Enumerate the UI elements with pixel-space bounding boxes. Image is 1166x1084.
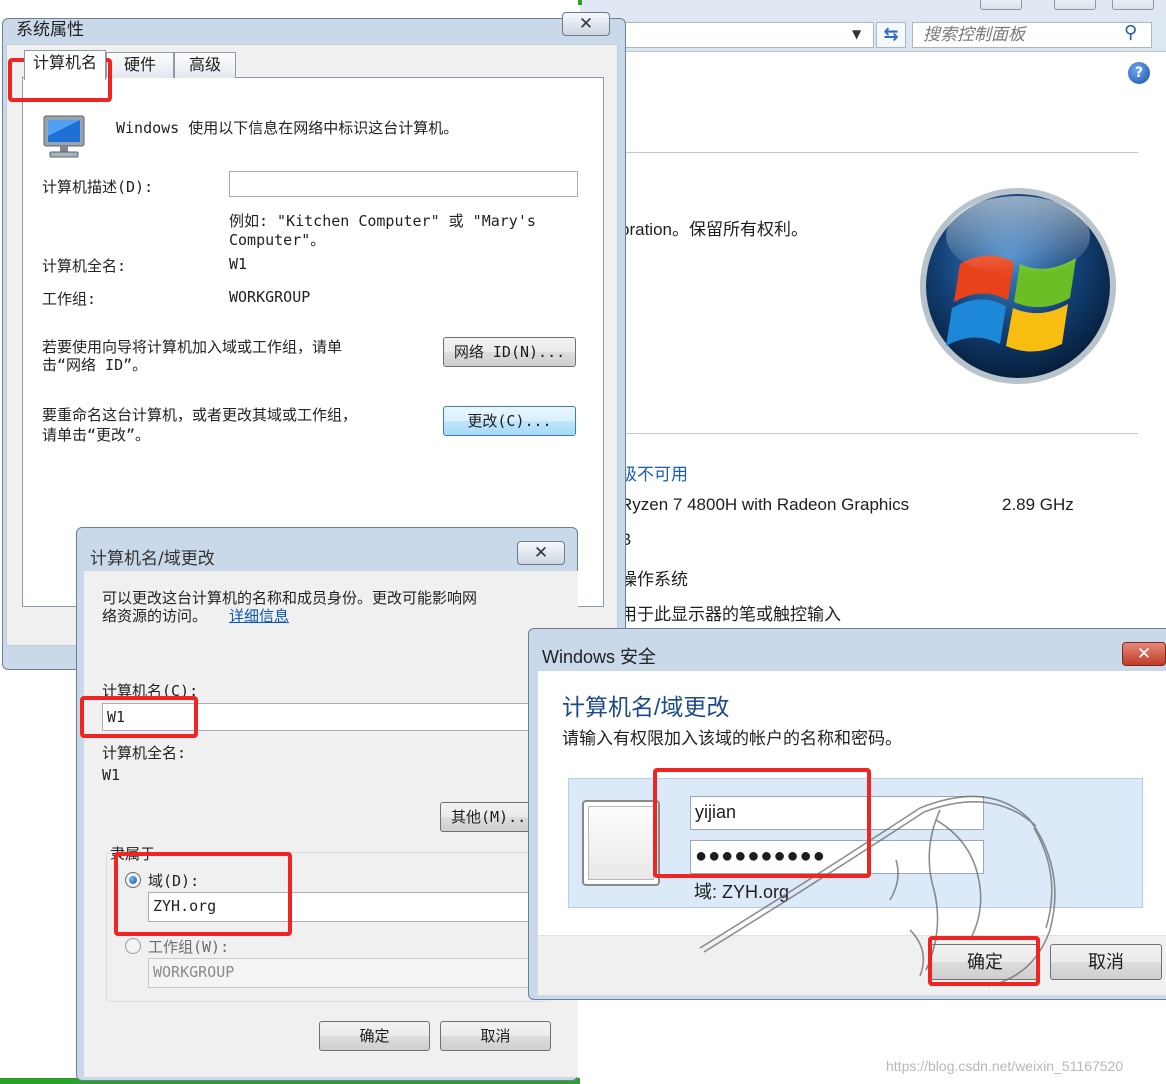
highlight-box	[80, 696, 198, 738]
highlight-box	[114, 852, 292, 936]
help-icon[interactable]: ?	[1128, 62, 1150, 84]
full-name-label: 计算机全名:	[102, 744, 187, 762]
accent-mark	[578, 0, 582, 5]
dialog-title: Windows 安全	[542, 647, 657, 667]
close-button[interactable]: ✕	[562, 12, 610, 36]
domain-text: 域: ZYH.org	[694, 882, 790, 902]
workgroup-input[interactable]: WORKGROUP	[148, 958, 542, 988]
highlight-box	[653, 768, 871, 878]
section-divider	[624, 152, 1138, 153]
cancel-button[interactable]: 取消	[1050, 944, 1162, 980]
copyright-text: oration。保留所有权利。	[620, 220, 808, 239]
search-input[interactable]: 搜索控制面板	[912, 22, 1152, 48]
pen-touch-value: 用于此显示器的笔或触控输入	[620, 605, 841, 624]
full-name-label: 计算机全名:	[42, 257, 127, 275]
address-input[interactable]	[588, 22, 874, 48]
description-input[interactable]	[229, 171, 578, 197]
example-text: Computer"。	[229, 231, 326, 249]
processor-value: Ryzen 7 4800H with Radeon Graphics	[620, 495, 910, 514]
description-label: 计算机描述(D):	[42, 178, 154, 196]
highlight-box	[928, 936, 1040, 986]
workgroup-label: 工作组:	[42, 290, 97, 308]
more-button[interactable]: 其他(M)...	[440, 802, 538, 832]
close-button[interactable]: ✕	[517, 541, 565, 565]
example-text: 例如: "Kitchen Computer" 或 "Mary's	[229, 212, 536, 230]
more-info-link[interactable]: 详细信息	[229, 605, 289, 626]
instruction-text: 请输入有权限加入该域的帐户的名称和密码。	[562, 729, 902, 748]
tab-advanced[interactable]: 高级	[174, 52, 236, 78]
dialog-title: 系统属性	[16, 20, 84, 40]
control-panel-titlebar	[580, 0, 1166, 18]
network-id-button[interactable]: 网络 ID(N)...	[443, 337, 576, 367]
full-name-value: W1	[229, 255, 248, 273]
intro-text: Windows 使用以下信息在网络中标识这台计算机。	[116, 119, 459, 137]
tab-hardware[interactable]: 硬件	[106, 52, 174, 78]
rename-text: 请单击“更改”。	[42, 426, 151, 444]
tab-computer-name[interactable]: 计算机名	[24, 50, 106, 80]
rating-link[interactable]: 级不可用	[620, 460, 688, 485]
maximize-button[interactable]	[1054, 0, 1096, 10]
refresh-icon[interactable]: ⇆	[876, 22, 906, 48]
dialog-title: 计算机名/域更改	[90, 549, 215, 569]
watermark-text: https://blog.csdn.net/weixin_51167520	[886, 1058, 1124, 1074]
chevron-down-icon[interactable]: ▼	[852, 27, 861, 41]
windows-logo-icon	[920, 188, 1116, 384]
network-id-text: 击“网络 ID”。	[42, 356, 148, 374]
cancel-button[interactable]: 取消	[440, 1021, 551, 1051]
ok-button[interactable]: 确定	[319, 1021, 430, 1051]
change-button[interactable]: 更改(C)...	[443, 406, 576, 436]
dialog-heading: 计算机名/域更改	[562, 694, 730, 720]
workgroup-radio[interactable]	[125, 938, 141, 954]
system-type-value: 操作系统	[620, 570, 688, 589]
close-button[interactable]: ✕	[1122, 642, 1166, 666]
workgroup-value: WORKGROUP	[229, 288, 311, 306]
workgroup-label: 工作组(W):	[148, 938, 230, 956]
rename-text: 要重命名这台计算机，或者更改其域或工作组，	[42, 406, 358, 424]
minimize-button[interactable]	[980, 0, 1022, 10]
processor-speed: 2.89 GHz	[1002, 495, 1074, 514]
search-icon[interactable]: ⚲	[1124, 22, 1137, 43]
user-picture-icon	[582, 800, 660, 886]
close-button[interactable]	[1112, 0, 1154, 10]
section-divider	[624, 433, 1138, 434]
full-name-value: W1	[102, 766, 121, 784]
description-text: 络资源的访问。	[102, 607, 208, 625]
computer-icon	[43, 115, 85, 158]
